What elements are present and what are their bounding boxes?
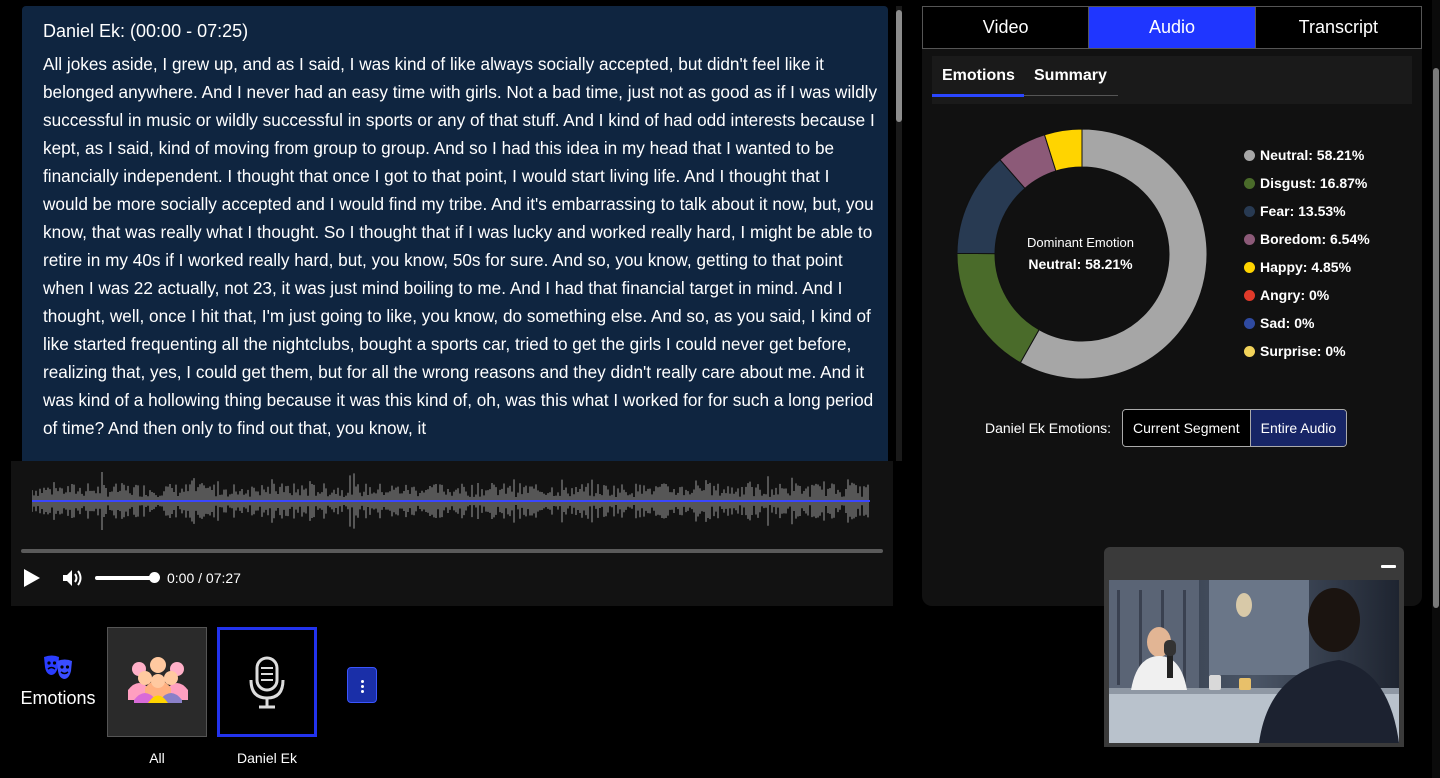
legend-item-fear: Fear: 13.53% bbox=[1244, 203, 1370, 231]
speaker-header: Daniel Ek: (00:00 - 07:25) bbox=[43, 21, 249, 41]
legend-item-boredom: Boredom: 6.54% bbox=[1244, 231, 1370, 259]
analysis-subtabs: Emotions Summary bbox=[932, 56, 1412, 104]
legend-item-happy: Happy: 4.85% bbox=[1244, 259, 1370, 287]
transcript-panel: Daniel Ek: (00:00 - 07:25) All jokes asi… bbox=[11, 0, 902, 461]
current-segment-button[interactable]: Current Segment bbox=[1123, 410, 1250, 446]
legend-label: Sad: 0% bbox=[1260, 315, 1315, 331]
legend-label: Disgust: 16.87% bbox=[1260, 175, 1368, 191]
subtab-active-indicator bbox=[932, 94, 1024, 97]
transcript-text: All jokes aside, I grew up, and as I sai… bbox=[43, 54, 878, 438]
group-icon bbox=[128, 657, 188, 703]
media-tabs: Video Audio Transcript bbox=[922, 6, 1422, 49]
legend-item-surprise: Surprise: 0% bbox=[1244, 343, 1370, 371]
legend-item-neutral: Neutral: 58.21% bbox=[1244, 147, 1370, 175]
legend-swatch bbox=[1244, 178, 1255, 189]
legend-label: Boredom: 6.54% bbox=[1260, 231, 1370, 247]
tab-audio[interactable]: Audio bbox=[1089, 7, 1256, 48]
waveform-graphic[interactable] bbox=[32, 469, 872, 533]
microphone-icon bbox=[249, 656, 285, 709]
speaker-tile-daniel-ek[interactable] bbox=[217, 627, 317, 737]
legend-swatch bbox=[1244, 346, 1255, 357]
audio-player: 0:00 / 07:27 bbox=[11, 537, 893, 606]
speaker-tile-all[interactable] bbox=[107, 627, 207, 737]
theater-masks-icon bbox=[44, 655, 72, 679]
analysis-panel: Video Audio Transcript Emotions Summary … bbox=[922, 6, 1422, 606]
legend-swatch bbox=[1244, 234, 1255, 245]
dominant-emotion-title: Dominant Emotion bbox=[1027, 235, 1134, 250]
entire-audio-button[interactable]: Entire Audio bbox=[1249, 410, 1347, 446]
transcript-scrollbar-thumb[interactable] bbox=[896, 10, 902, 122]
legend-label: Fear: 13.53% bbox=[1260, 203, 1346, 219]
video-frame[interactable] bbox=[1109, 580, 1399, 743]
legend-swatch bbox=[1244, 206, 1255, 217]
video-thumbnail bbox=[1109, 580, 1399, 743]
segment-scope-label: Daniel Ek Emotions: bbox=[985, 420, 1112, 436]
progress-bar[interactable] bbox=[21, 549, 883, 553]
page-scrollbar[interactable] bbox=[1432, 0, 1440, 778]
legend-swatch bbox=[1244, 150, 1255, 161]
legend-item-sad: Sad: 0% bbox=[1244, 315, 1370, 343]
subtab-summary[interactable]: Summary bbox=[1034, 67, 1107, 85]
tab-video[interactable]: Video bbox=[923, 7, 1090, 48]
speaker-tile-daniel-ek-caption: Daniel Ek bbox=[237, 750, 297, 766]
speaker-tile-all-caption: All bbox=[149, 750, 165, 766]
subtab-emotions[interactable]: Emotions bbox=[942, 67, 1015, 85]
legend-item-angry: Angry: 0% bbox=[1244, 287, 1370, 315]
transcript-segment[interactable]: Daniel Ek: (00:00 - 07:25) All jokes asi… bbox=[22, 6, 888, 461]
emotions-label: Emotions bbox=[20, 688, 96, 708]
volume-slider[interactable] bbox=[95, 576, 155, 580]
waveform[interactable] bbox=[11, 461, 893, 541]
minimize-icon[interactable] bbox=[1381, 565, 1396, 568]
more-options-icon bbox=[361, 680, 364, 683]
legend-swatch bbox=[1244, 318, 1255, 329]
legend-swatch bbox=[1244, 262, 1255, 273]
legend-label: Surprise: 0% bbox=[1260, 343, 1346, 359]
legend-swatch bbox=[1244, 290, 1255, 301]
emotions-section-label: Emotions bbox=[16, 654, 100, 709]
legend-label: Angry: 0% bbox=[1260, 287, 1330, 303]
page-scrollbar-thumb[interactable] bbox=[1433, 68, 1439, 608]
time-readout: 0:00 / 07:27 bbox=[167, 570, 241, 586]
subtab-divider bbox=[1024, 95, 1118, 96]
legend-label: Happy: 4.85% bbox=[1260, 259, 1352, 275]
more-options-button[interactable] bbox=[347, 667, 377, 703]
segment-scope-toggle: Current Segment Entire Audio bbox=[1122, 409, 1348, 447]
transcript-scrollbar[interactable] bbox=[896, 6, 902, 461]
emotion-donut-chart bbox=[956, 128, 1208, 380]
legend-item-disgust: Disgust: 16.87% bbox=[1244, 175, 1370, 203]
volume-slider-handle[interactable] bbox=[149, 572, 160, 583]
play-icon[interactable] bbox=[21, 567, 43, 589]
volume-icon[interactable] bbox=[61, 567, 85, 589]
emotion-legend: Neutral: 58.21% Disgust: 16.87% Fear: 13.5… bbox=[1244, 147, 1370, 371]
legend-label: Neutral: 58.21% bbox=[1260, 147, 1365, 163]
dominant-emotion-value: Neutral: 58.21% bbox=[1028, 256, 1133, 272]
tab-transcript[interactable]: Transcript bbox=[1255, 7, 1421, 48]
mini-video-player[interactable] bbox=[1104, 547, 1404, 747]
